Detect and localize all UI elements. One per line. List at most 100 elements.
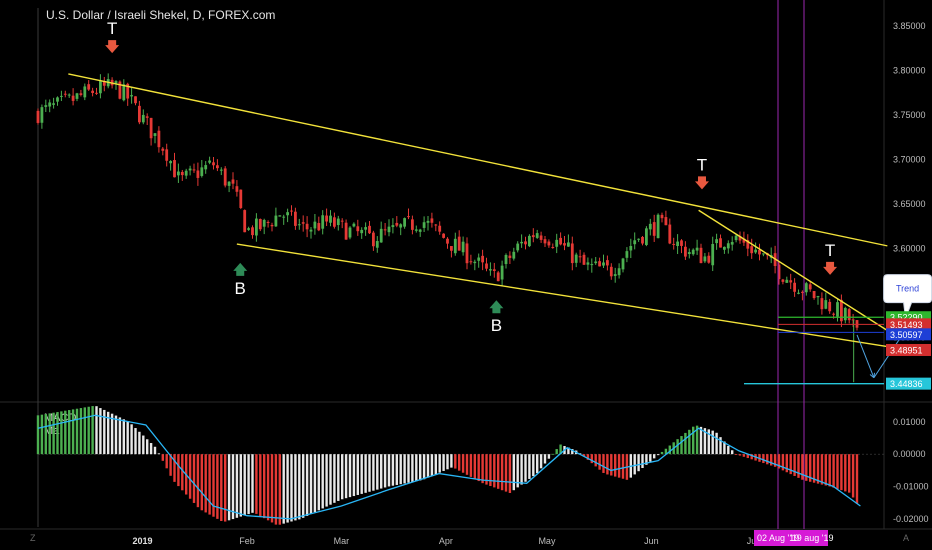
candle-body xyxy=(797,292,800,294)
macd-histogram-bar xyxy=(52,412,55,455)
candle-body xyxy=(652,222,656,236)
macd-histogram-bar xyxy=(477,454,480,482)
candle-body xyxy=(586,262,590,265)
macd-histogram-bar xyxy=(44,414,47,455)
candle-body xyxy=(762,253,765,255)
macd-histogram-bar xyxy=(504,454,508,492)
macd-histogram-bar xyxy=(680,436,683,455)
time-tick-label: May xyxy=(538,536,556,546)
candle-body xyxy=(153,133,157,136)
candle-body xyxy=(325,215,328,222)
candle-body xyxy=(426,220,430,223)
macd-histogram-bar xyxy=(294,454,297,521)
macd-histogram-bar xyxy=(419,454,422,481)
macd-histogram-bar xyxy=(469,454,473,477)
macd-histogram-bar xyxy=(536,454,539,474)
macd-histogram-bar xyxy=(224,454,227,522)
macd-histogram-bar xyxy=(641,454,644,468)
macd-histogram-bar xyxy=(699,426,703,455)
candle-body xyxy=(512,251,516,259)
candle-body xyxy=(71,95,75,101)
macd-histogram-bar xyxy=(688,429,691,455)
candle-body xyxy=(547,241,551,246)
macd-histogram-bar xyxy=(383,454,387,488)
macd-histogram-bar xyxy=(660,451,664,455)
candle-body xyxy=(808,284,812,290)
candle-body xyxy=(695,247,699,251)
candle-body xyxy=(309,229,313,232)
macd-histogram-bar xyxy=(372,454,375,491)
candle-body xyxy=(492,269,496,271)
candle-body xyxy=(99,81,102,94)
candle-body xyxy=(500,265,504,280)
macd-histogram-bar xyxy=(438,454,441,473)
macd-histogram-bar xyxy=(617,454,621,478)
macd-histogram-bar xyxy=(302,454,305,518)
candle-body xyxy=(356,226,360,232)
candle-body xyxy=(446,238,449,244)
macd-histogram-bar xyxy=(333,454,336,503)
macd-histogram-bar xyxy=(231,454,235,520)
macd-histogram-bar xyxy=(828,454,831,487)
candle-body xyxy=(687,252,691,254)
candle-body xyxy=(434,224,438,226)
macd-histogram-bar xyxy=(341,454,344,500)
candle-body xyxy=(672,243,676,245)
macd-histogram-bar xyxy=(727,445,730,455)
macd-histogram-bar xyxy=(278,454,281,525)
macd-histogram-bar xyxy=(684,432,687,455)
candle-body xyxy=(516,243,520,251)
macd-histogram-bar xyxy=(79,408,83,455)
candle-body xyxy=(719,238,722,248)
candle-body xyxy=(691,249,695,255)
macd-histogram-bar xyxy=(621,454,625,479)
candle-body xyxy=(648,223,652,230)
price-label-text: 3.48951 xyxy=(890,345,923,355)
candle-body xyxy=(528,235,531,247)
macd-histogram-bar xyxy=(364,454,367,493)
candle-body xyxy=(785,279,789,283)
macd-histogram-bar xyxy=(848,454,851,493)
marker-top-arrow xyxy=(694,176,709,190)
candle-body xyxy=(411,219,414,230)
macd-histogram-bar xyxy=(298,454,301,520)
macd-histogram-bar xyxy=(157,453,161,455)
macd-histogram-bar xyxy=(313,454,317,513)
candle-body xyxy=(231,179,235,184)
macd-histogram-bar xyxy=(793,454,796,476)
candle-body xyxy=(832,313,835,315)
macd-histogram-bar xyxy=(434,454,437,475)
macd-histogram-bar xyxy=(637,454,640,472)
candle-body xyxy=(781,279,785,282)
candle-body xyxy=(559,237,562,245)
macd-histogram-bar xyxy=(731,450,734,455)
candle-body xyxy=(333,217,336,227)
chart-canvas[interactable]: 3.85000 3.80000 3.75000 3.70000 3.65000 3.600… xyxy=(0,0,932,550)
candle-body xyxy=(828,301,832,312)
macd-histogram-bar xyxy=(602,454,605,473)
candle-body xyxy=(114,81,118,84)
macd-histogram-bar xyxy=(360,454,363,494)
macd-histogram-bar xyxy=(142,435,145,455)
channel-lower-line xyxy=(236,243,888,348)
macd-histogram-bar xyxy=(832,454,835,488)
time-tick-label: Mar xyxy=(334,536,350,546)
candle-body xyxy=(594,261,598,264)
candle-body xyxy=(508,255,512,258)
macd-histogram-bar xyxy=(329,454,332,505)
macd-histogram-bar xyxy=(633,454,636,475)
candle-body xyxy=(255,218,258,236)
candle-body xyxy=(278,215,282,217)
candle-body xyxy=(668,224,672,244)
projection-arrow xyxy=(856,334,875,378)
macd-histogram-bar xyxy=(212,454,215,517)
candle-body xyxy=(227,181,231,186)
macd-histogram-bar xyxy=(520,454,523,485)
macd-histogram-bar xyxy=(181,454,184,491)
candle-body xyxy=(442,233,445,238)
macd-histogram-bar xyxy=(500,454,504,491)
candle-body xyxy=(313,221,317,229)
macd-histogram-bar xyxy=(820,454,824,485)
marker-bottom-arrow xyxy=(489,300,504,314)
candle-body xyxy=(824,300,828,309)
